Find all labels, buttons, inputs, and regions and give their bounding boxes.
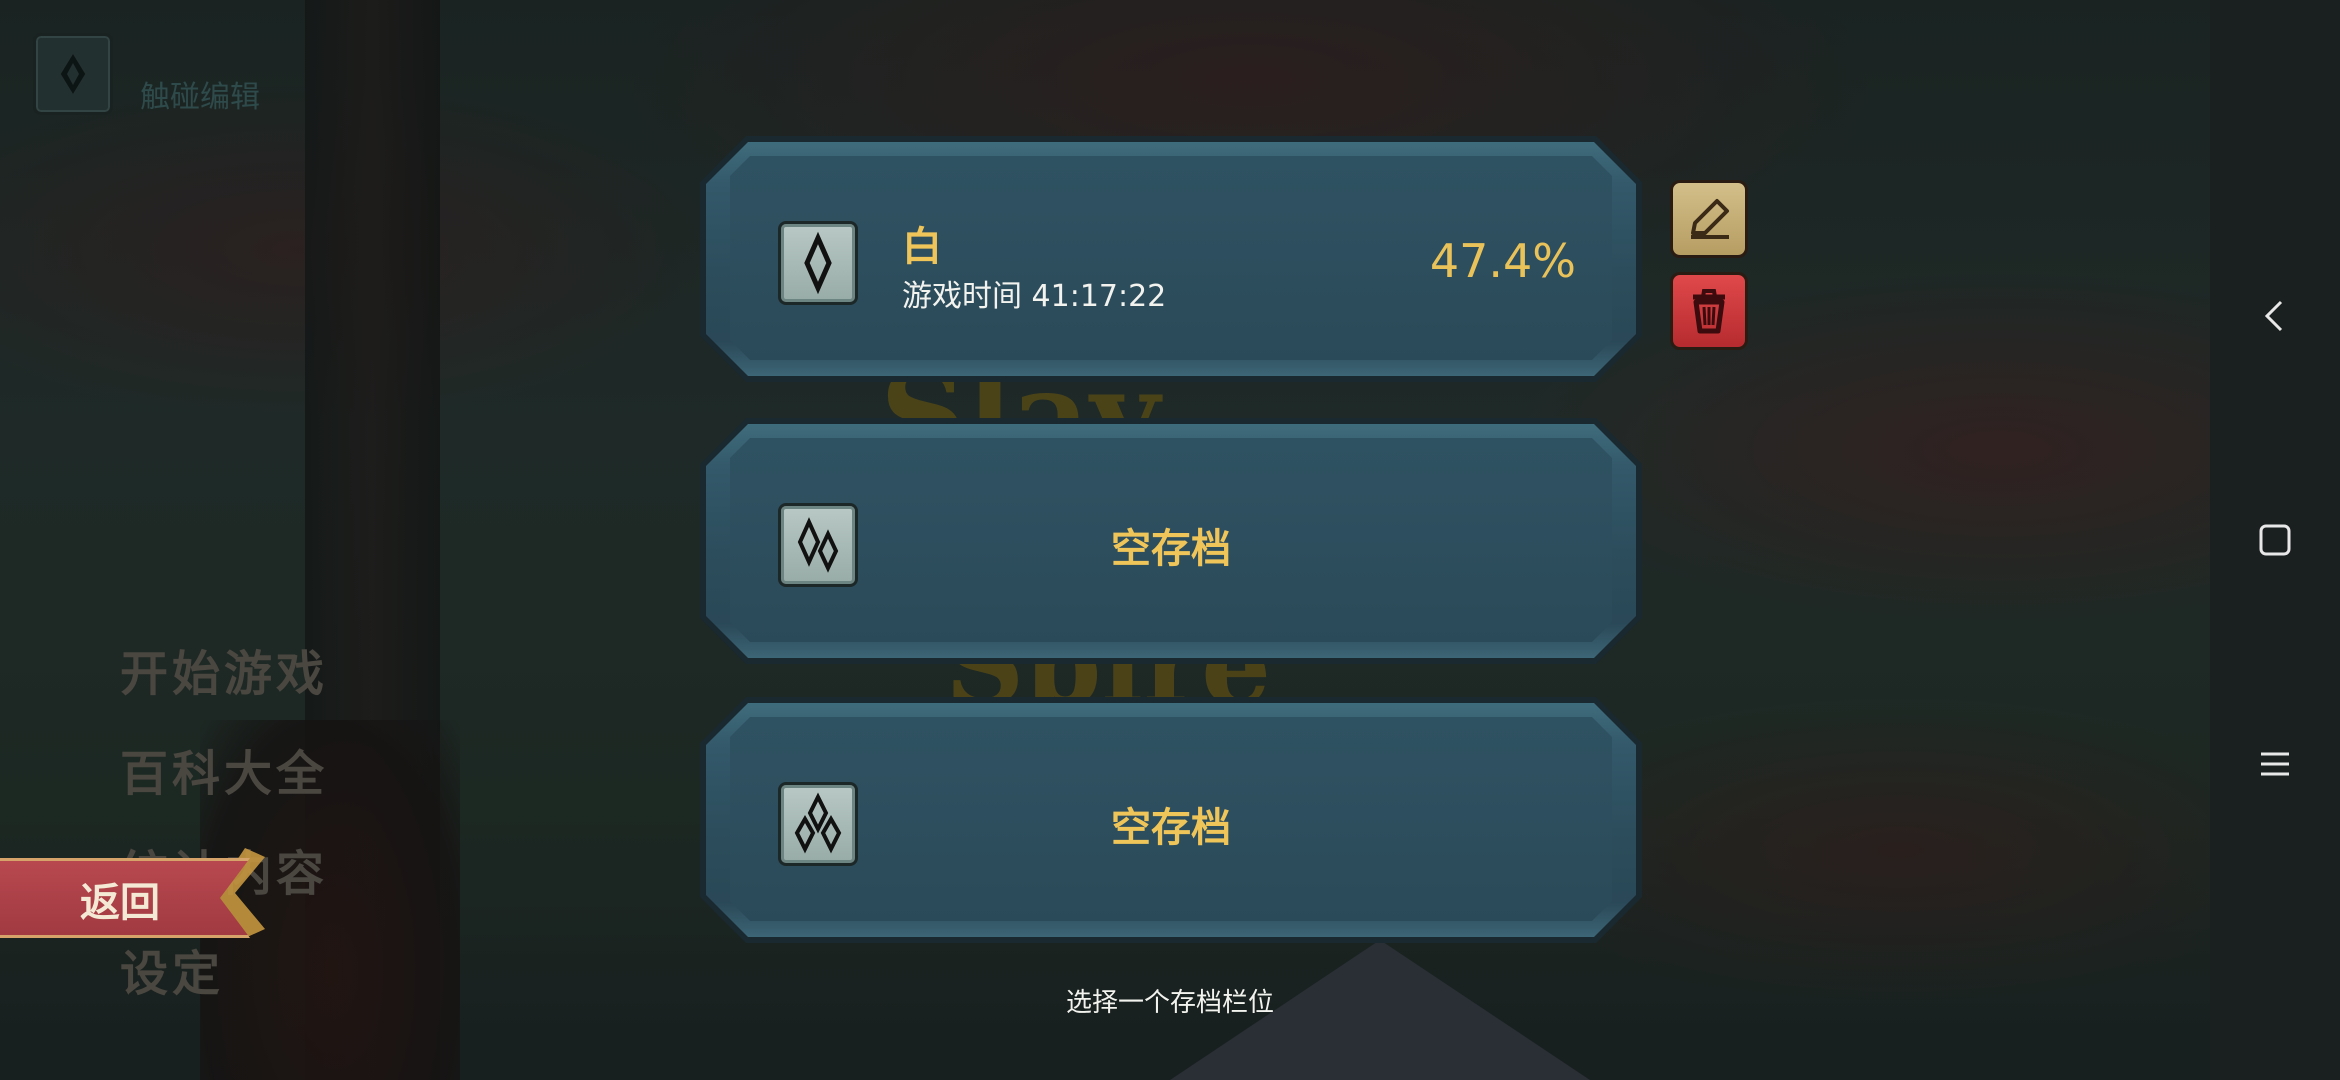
system-nav-bar bbox=[2210, 0, 2340, 1080]
delete-button[interactable] bbox=[1670, 272, 1748, 350]
touch-edit-label: 触碰编辑 bbox=[140, 80, 260, 115]
chevron-left-icon bbox=[2264, 300, 2283, 332]
select-slot-hint: 选择一个存档栏位 bbox=[1065, 988, 1274, 1018]
nav-home-button[interactable] bbox=[2210, 520, 2340, 564]
back-button-label: 返回 bbox=[80, 880, 160, 926]
slot-play-time: 游戏时间 41:17:22 bbox=[902, 279, 1167, 314]
single-gem-icon bbox=[804, 231, 832, 295]
save-slot-2[interactable]: 空存档 bbox=[700, 418, 1642, 664]
game-screen: Slay Spire 触碰编辑 开始游戏 百科大全 统计内容 设定 返回 白 游… bbox=[0, 0, 2340, 1080]
square-icon bbox=[2259, 524, 2291, 556]
slot-empty-label: 空存档 bbox=[1111, 805, 1231, 851]
slot-icon-1 bbox=[778, 221, 858, 305]
slot-progress: 47.4% bbox=[1429, 234, 1576, 288]
hamburger-icon bbox=[2261, 752, 2289, 776]
trash-icon bbox=[1693, 289, 1725, 334]
slot-name: 白 bbox=[902, 224, 942, 270]
nav-back-button[interactable] bbox=[2210, 296, 2340, 340]
diamond-icon bbox=[60, 54, 86, 94]
rename-button[interactable] bbox=[1670, 180, 1748, 258]
menu-item-start-game[interactable]: 开始游戏 bbox=[120, 634, 328, 704]
nav-recents-button[interactable] bbox=[2210, 744, 2340, 788]
slot-empty-label: 空存档 bbox=[1111, 526, 1231, 572]
save-slot-1[interactable]: 白 游戏时间 41:17:22 47.4% bbox=[700, 136, 1642, 382]
save-slot-3[interactable]: 空存档 bbox=[700, 697, 1642, 943]
menu-item-compendium[interactable]: 百科大全 bbox=[120, 734, 328, 804]
pencil-icon bbox=[1691, 199, 1729, 239]
menu-item-settings[interactable]: 设定 bbox=[120, 934, 224, 1004]
touch-edit-button[interactable] bbox=[33, 33, 113, 115]
